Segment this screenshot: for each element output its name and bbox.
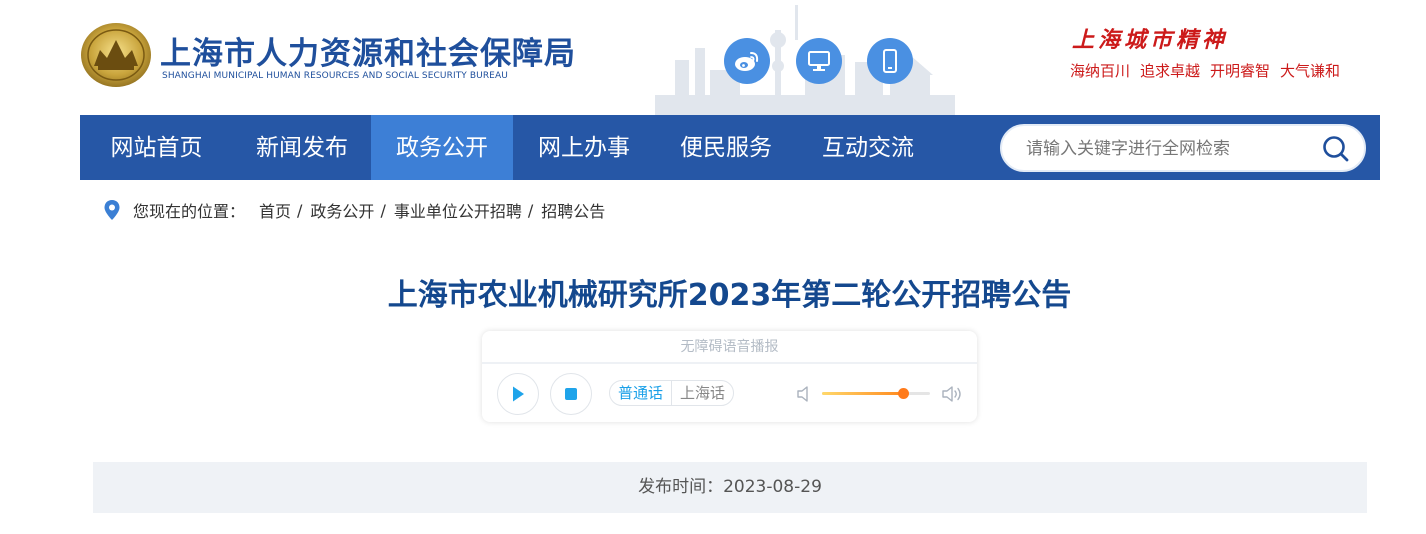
- breadcrumb-home[interactable]: 首页: [259, 198, 291, 222]
- location-pin-icon: [104, 200, 120, 220]
- publish-label: 发布时间：: [638, 477, 724, 497]
- city-spirit-slogans: 海纳百川 追求卓越 开明睿智 大气谦和: [1070, 60, 1350, 81]
- nav-item-public-services[interactable]: 便民服务: [655, 115, 797, 180]
- publish-info: 发布时间：2023-08-29: [93, 462, 1367, 513]
- breadcrumb-gov-affairs[interactable]: 政务公开: [310, 198, 374, 222]
- volume-mute-icon[interactable]: [795, 384, 817, 404]
- search-box: [1000, 124, 1366, 172]
- site-title[interactable]: 上海市人力资源和社会保障局: [160, 28, 576, 73]
- nav-item-interaction[interactable]: 互动交流: [797, 115, 939, 180]
- breadcrumb-label: 您现在的位置：: [133, 202, 246, 221]
- nav-item-gov-affairs[interactable]: 政务公开: [371, 115, 513, 180]
- breadcrumb-recruitment[interactable]: 事业单位公开招聘: [394, 198, 522, 222]
- breadcrumb-separator: /: [297, 200, 303, 220]
- language-toggle: 普通话 上海话: [609, 380, 735, 406]
- city-spirit-title: 上海城市精神: [1072, 27, 1229, 53]
- language-shanghainese[interactable]: 上海话: [672, 381, 733, 405]
- city-spirit-item: 开明睿智: [1210, 62, 1271, 80]
- search-icon[interactable]: [1322, 135, 1350, 163]
- publish-date: 2023-08-29: [723, 477, 822, 497]
- stop-icon: [565, 388, 577, 400]
- weibo-icon[interactable]: [724, 38, 770, 84]
- main-nav: 网站首页 新闻发布 政务公开 网上办事 便民服务 互动交流: [80, 115, 1380, 180]
- bureau-logo-icon[interactable]: [80, 22, 152, 88]
- language-mandarin[interactable]: 普通话: [610, 381, 673, 405]
- player-header: 无障碍语音播报: [482, 331, 977, 364]
- nav-item-online-services[interactable]: 网上办事: [513, 115, 655, 180]
- article-title: 上海市农业机械研究所2023年第二轮公开招聘公告: [387, 278, 1072, 313]
- breadcrumb: 您现在的位置： 首页 / 政务公开 / 事业单位公开招聘 / 招聘公告: [103, 198, 605, 222]
- nav-item-news[interactable]: 新闻发布: [233, 115, 371, 180]
- accessibility-audio-player: 无障碍语音播报 普通话 上海话: [482, 331, 977, 422]
- city-spirit-item: 大气谦和: [1280, 62, 1341, 80]
- volume-slider[interactable]: [822, 388, 930, 399]
- stop-button[interactable]: [550, 373, 592, 415]
- city-spirit-item: 追求卓越: [1140, 62, 1201, 80]
- search-input[interactable]: [1024, 126, 1298, 172]
- volume-slider-fill: [822, 392, 903, 395]
- volume-up-icon[interactable]: [941, 384, 963, 404]
- play-icon: [513, 386, 524, 402]
- breadcrumb-separator: /: [527, 200, 534, 220]
- play-button[interactable]: [497, 373, 539, 415]
- nav-item-home[interactable]: 网站首页: [80, 115, 233, 180]
- mobile-icon[interactable]: [867, 38, 913, 84]
- desktop-icon[interactable]: [796, 38, 842, 84]
- breadcrumb-separator: /: [380, 200, 386, 220]
- city-spirit-item: 海纳百川: [1070, 62, 1131, 80]
- site-header: 上海市人力资源和社会保障局 SHANGHAI MUNICIPAL HUMAN R…: [0, 0, 1426, 115]
- volume-slider-handle[interactable]: [898, 388, 909, 399]
- site-subtitle: SHANGHAI MUNICIPAL HUMAN RESOURCES AND S…: [162, 71, 508, 81]
- breadcrumb-announcement[interactable]: 招聘公告: [541, 198, 605, 222]
